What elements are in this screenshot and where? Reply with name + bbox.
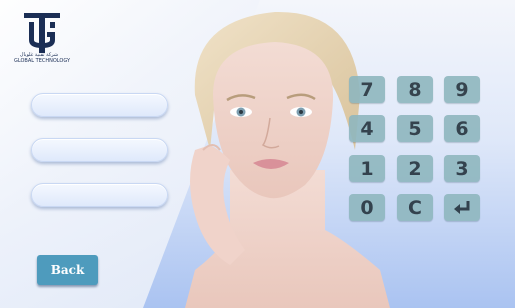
input-field-3[interactable] [31, 183, 168, 207]
keypad-key-2[interactable]: 2 [397, 155, 433, 182]
portrait-image [185, 11, 390, 308]
logo-caption: شركة تقنية غلوبال GLOBAL TECHNOLOGY [14, 52, 71, 64]
keypad-key-4[interactable]: 4 [349, 115, 385, 142]
keypad-key-0[interactable]: 0 [349, 194, 385, 221]
input-field-2[interactable] [31, 138, 168, 162]
keypad-key-clear[interactable]: C [397, 194, 433, 221]
keypad-key-3[interactable]: 3 [444, 155, 480, 182]
keypad-key-6[interactable]: 6 [444, 115, 480, 142]
enter-return-icon [454, 200, 470, 214]
back-button[interactable]: Back [37, 255, 98, 285]
keypad-key-5[interactable]: 5 [397, 115, 433, 142]
logo-caption-english: GLOBAL TECHNOLOGY [14, 58, 71, 64]
keypad-key-7[interactable]: 7 [349, 76, 385, 103]
keypad-key-9[interactable]: 9 [444, 76, 480, 103]
keypad-key-enter[interactable] [444, 194, 480, 221]
keypad-key-8[interactable]: 8 [397, 76, 433, 103]
input-field-1[interactable] [31, 93, 168, 117]
keypad-key-1[interactable]: 1 [349, 155, 385, 182]
